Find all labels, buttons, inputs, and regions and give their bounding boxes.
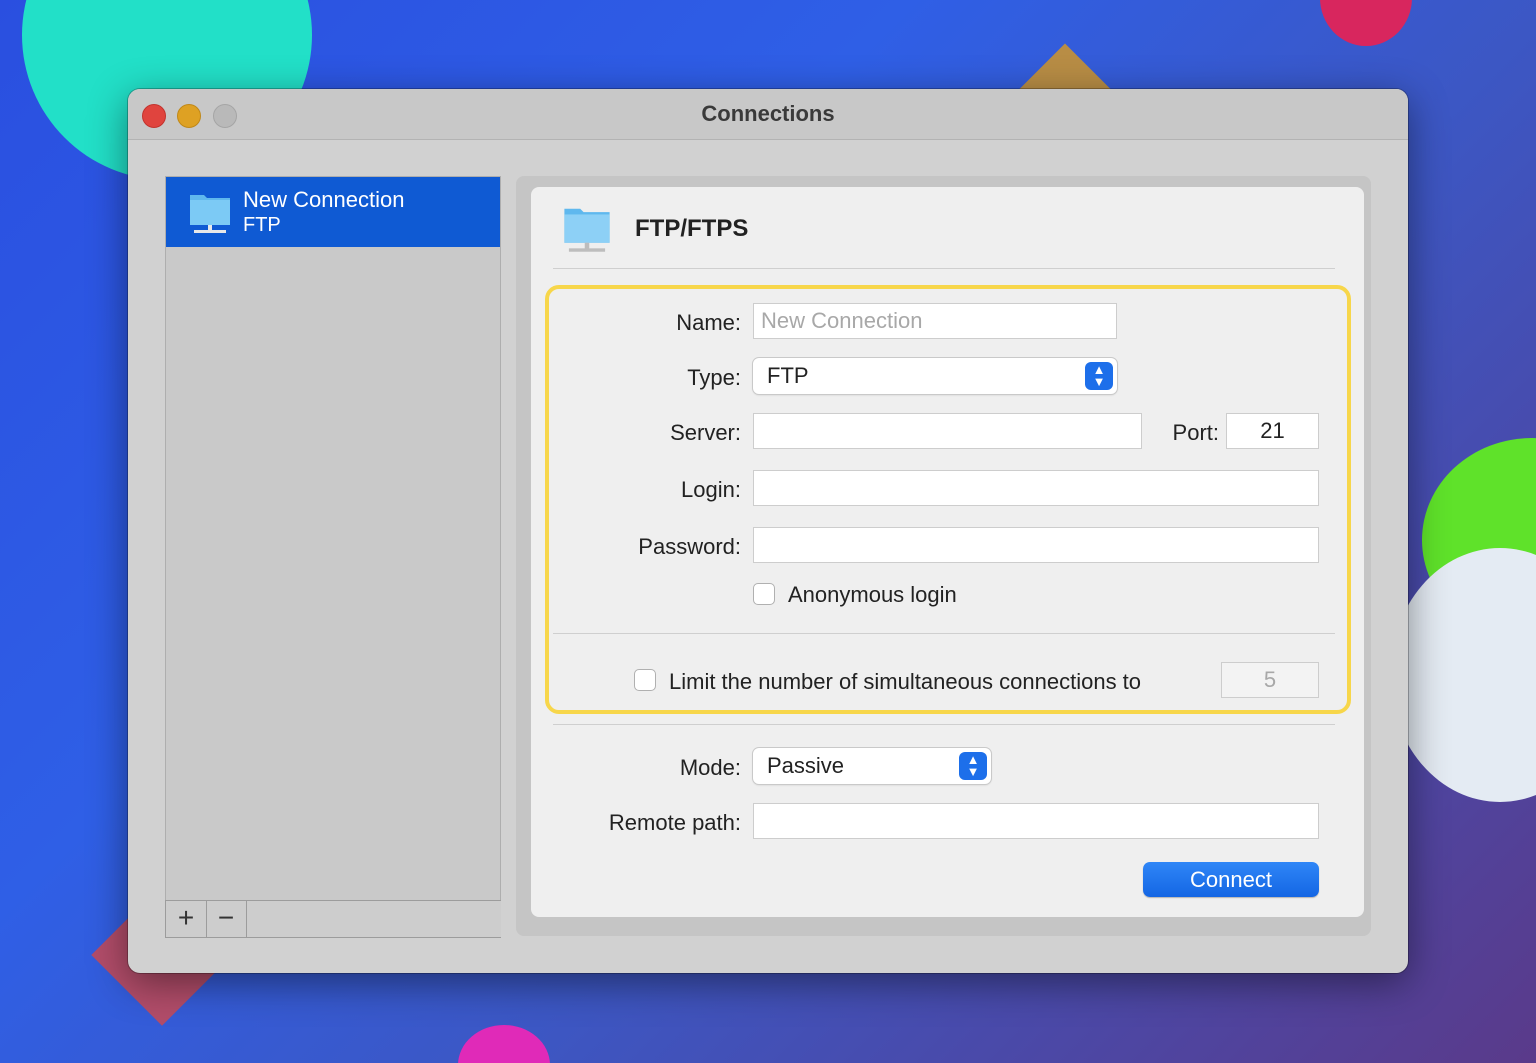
- connections-window: Connections New Connection FTP + − FTP/F…: [128, 89, 1408, 973]
- server-label: Server:: [670, 420, 741, 445]
- name-label: Name:: [676, 310, 741, 335]
- network-folder-icon: [562, 202, 612, 259]
- header-divider: [553, 268, 1335, 269]
- sidebar-item-new-connection[interactable]: New Connection FTP: [166, 177, 500, 247]
- settings-panel: FTP/FTPS Name: New Connection Type: FTP …: [531, 187, 1364, 917]
- login-field[interactable]: [753, 470, 1319, 506]
- anonymous-login-checkbox[interactable]: [753, 583, 775, 605]
- add-connection-button[interactable]: +: [165, 901, 207, 937]
- remove-connection-button[interactable]: −: [206, 901, 247, 937]
- connect-button[interactable]: Connect: [1143, 862, 1319, 897]
- type-label: Type:: [687, 365, 741, 390]
- sidebar-item-type: FTP: [243, 214, 281, 236]
- chevron-up-down-icon: ▲ ▼: [959, 752, 987, 780]
- password-field[interactable]: [753, 527, 1319, 563]
- connections-sidebar: New Connection FTP: [165, 176, 501, 902]
- sidebar-item-label: New Connection: [243, 187, 405, 212]
- mode-divider: [553, 724, 1335, 725]
- anonymous-login-label[interactable]: Anonymous login: [788, 582, 957, 608]
- wallpaper-circle-magenta: [458, 1025, 550, 1063]
- name-field[interactable]: New Connection: [753, 303, 1117, 339]
- password-label: Password:: [638, 534, 741, 559]
- sidebar-toolbar: + −: [165, 900, 501, 938]
- remote-path-label: Remote path:: [608, 810, 741, 835]
- protocol-title: FTP/FTPS: [635, 215, 749, 242]
- network-folder-icon: [188, 189, 232, 240]
- port-field[interactable]: 21: [1226, 413, 1319, 449]
- type-select[interactable]: FTP ▲ ▼: [753, 358, 1117, 394]
- chevron-up-down-icon: ▲ ▼: [1085, 362, 1113, 390]
- type-select-value: FTP: [767, 363, 809, 388]
- login-label: Login:: [681, 477, 741, 502]
- limit-connections-label[interactable]: Limit the number of simultaneous connect…: [669, 669, 1141, 695]
- limit-connections-field[interactable]: 5: [1221, 662, 1319, 698]
- wallpaper-circle-white: [1390, 548, 1536, 802]
- server-field[interactable]: [753, 413, 1142, 449]
- port-label: Port:: [1172, 420, 1219, 445]
- limit-connections-checkbox[interactable]: [634, 669, 656, 691]
- mode-select-value: Passive: [767, 753, 845, 778]
- mode-label: Mode:: [679, 755, 741, 780]
- mode-select[interactable]: Passive ▲ ▼: [753, 748, 991, 784]
- window-title: Connections: [701, 101, 835, 126]
- remote-path-field[interactable]: [753, 803, 1319, 839]
- wallpaper-circle-pink: [1320, 0, 1412, 46]
- limit-divider: [553, 633, 1335, 634]
- title-bar[interactable]: Connections: [128, 89, 1408, 140]
